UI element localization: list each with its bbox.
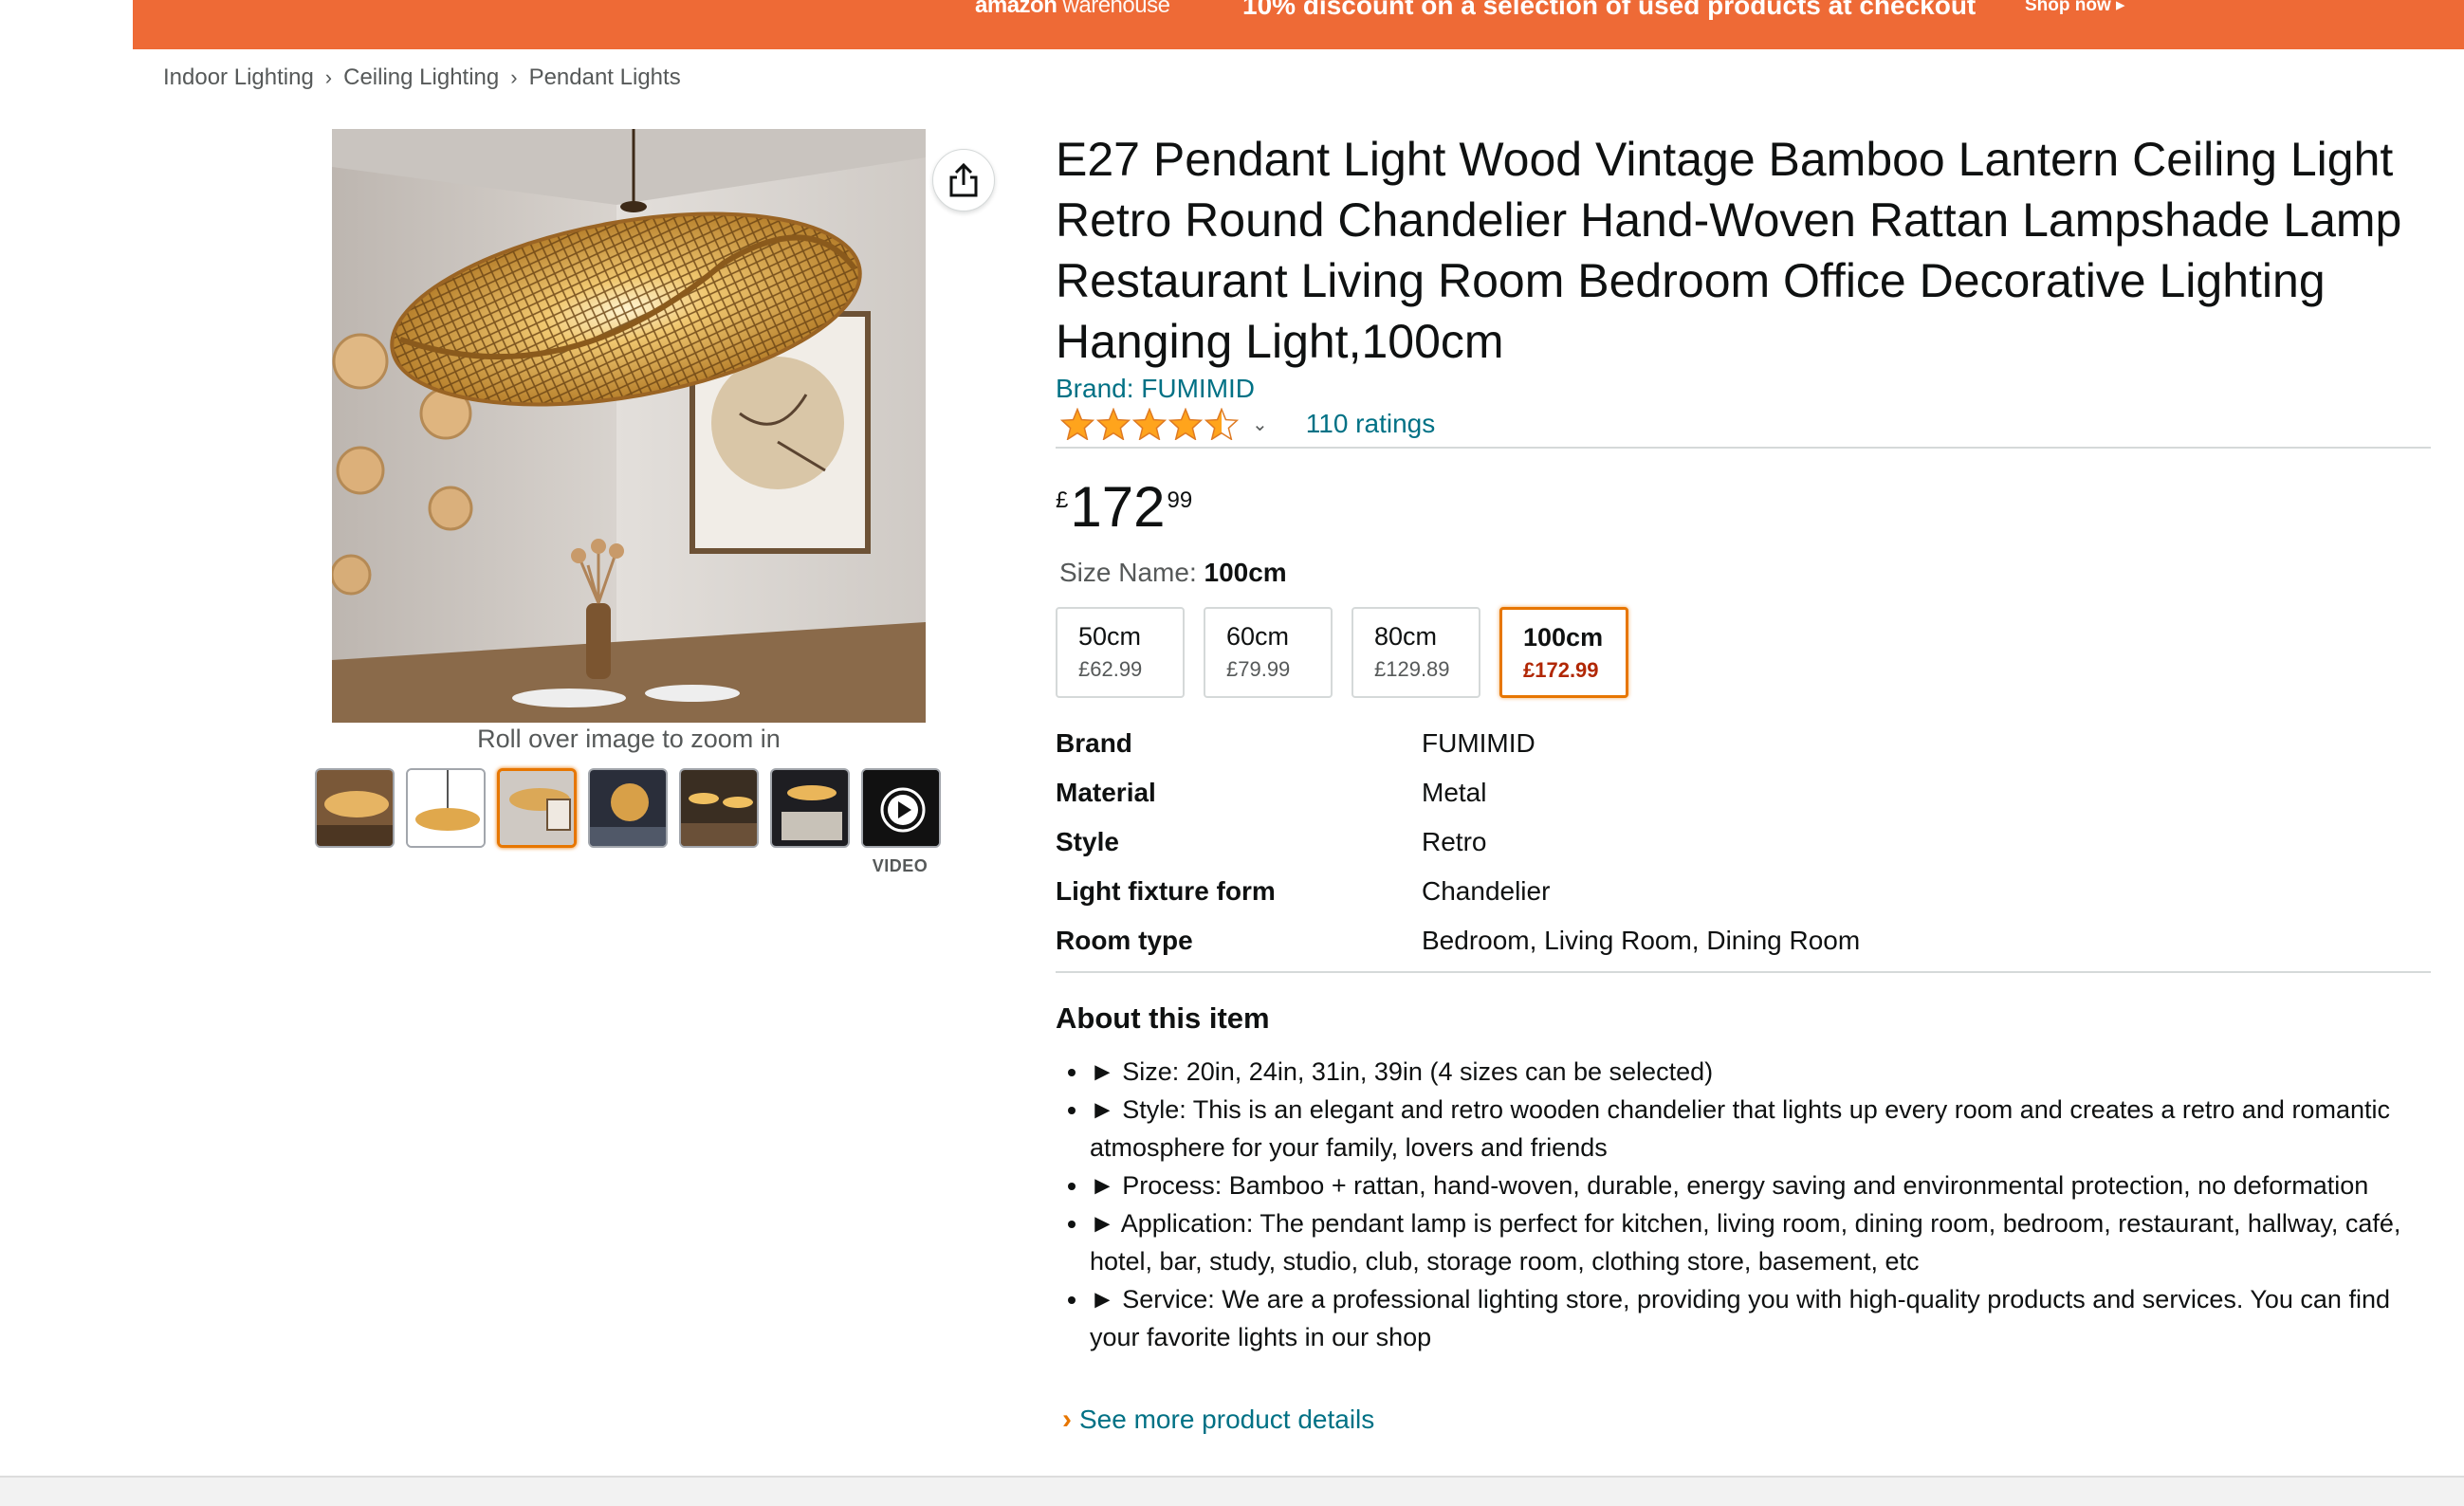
pendant-lamp-photo (332, 129, 926, 723)
spec-key: Room type (1056, 926, 1193, 955)
product-title: E27 Pendant Light Wood Vintage Bamboo La… (1056, 133, 2402, 368)
spec-row: Room type Bedroom, Living Room, Dining R… (1056, 916, 1860, 965)
size-name-selected: 100cm (1204, 558, 1287, 587)
see-more-label: See more product details (1079, 1405, 1375, 1434)
price-fraction: 99 (1167, 487, 1193, 513)
chevron-down-icon[interactable]: ⌄ (1252, 413, 1268, 436)
about-bullet: ► Process: Bamboo + rattan, hand-woven, … (1090, 1166, 2421, 1204)
ratings-count-link[interactable]: 110 ratings (1306, 409, 1435, 439)
spec-row: Light fixture form Chandelier (1056, 867, 1860, 916)
about-bullet: ► Style: This is an elegant and retro wo… (1090, 1091, 2421, 1166)
about-bullet: ► Application: The pendant lamp is perfe… (1090, 1204, 2421, 1280)
size-option-50cm[interactable]: 50cm £62.99 (1056, 607, 1185, 698)
spec-row: Material Metal (1056, 768, 1860, 817)
breadcrumb: Indoor Lighting › Ceiling Lighting › Pen… (163, 64, 681, 91)
thumbnail-image (772, 770, 848, 846)
size-options: 50cm £62.99 60cm £79.99 80cm £129.89 100… (1056, 607, 1628, 698)
breadcrumb-separator: › (510, 65, 518, 89)
spec-value: Metal (1422, 778, 1487, 807)
size-option-60cm[interactable]: 60cm £79.99 (1204, 607, 1333, 698)
spec-value: Bedroom, Living Room, Dining Room (1422, 926, 1861, 955)
star-rating[interactable] (1060, 408, 1239, 440)
star-full-icon (1168, 408, 1203, 440)
thumbnail-4[interactable] (588, 768, 668, 848)
breadcrumb-separator: › (324, 65, 333, 89)
spec-value: FUMIMID (1422, 728, 1535, 758)
price: £ 172 99 (1056, 474, 1192, 541)
chevron-right-icon: › (1062, 1404, 1072, 1435)
spec-key: Material (1056, 778, 1156, 807)
thumbnail-1[interactable] (315, 768, 395, 848)
about-bullets: ► Size: 20in, 24in, 31in, 39in (4 sizes … (1056, 1053, 2421, 1356)
share-button[interactable] (932, 149, 995, 211)
size-option-80cm[interactable]: 80cm £129.89 (1352, 607, 1480, 698)
spec-row: Style Retro (1056, 817, 1860, 867)
spec-value: Chandelier (1422, 876, 1551, 906)
star-full-icon (1096, 408, 1131, 440)
size-name-label: Size Name: 100cm (1059, 558, 1287, 588)
spec-row: Brand FUMIMID (1056, 719, 1860, 768)
see-more-details-link[interactable]: › See more product details (1062, 1404, 1374, 1436)
breadcrumb-ceiling-lighting[interactable]: Ceiling Lighting (343, 64, 499, 91)
thumbnail-image (500, 771, 574, 845)
about-bullet: ► Size: 20in, 24in, 31in, 39in (4 sizes … (1090, 1053, 2421, 1091)
star-half-icon (1204, 408, 1239, 440)
thumbnail-image (681, 770, 757, 846)
size-option-price: £79.99 (1226, 657, 1291, 681)
spec-key: Brand (1056, 728, 1132, 758)
size-option-price: £172.99 (1523, 658, 1599, 682)
thumbnail-image (317, 770, 393, 846)
promo-banner[interactable]: amazon warehouse 10% discount on a selec… (133, 0, 2464, 49)
size-option-label: 100cm (1523, 623, 1604, 652)
play-icon (863, 770, 939, 846)
size-option-price: £129.89 (1374, 657, 1450, 681)
thumbnail-5[interactable] (679, 768, 759, 848)
product-specs-table: Brand FUMIMID Material Metal Style Retro… (1056, 719, 1860, 965)
share-icon (949, 162, 978, 197)
size-name-caption: Size Name: (1059, 558, 1197, 587)
video-label: VIDEO (872, 856, 929, 875)
price-whole: 172 (1070, 475, 1166, 539)
breadcrumb-indoor-lighting[interactable]: Indoor Lighting (163, 64, 314, 91)
thumbnail-6[interactable] (770, 768, 850, 848)
spec-key: Light fixture form (1056, 876, 1276, 906)
zoom-hint: Roll over image to zoom in (477, 725, 781, 753)
divider (1056, 971, 2431, 973)
page-footer-band (0, 1476, 2464, 1506)
shop-now-link[interactable]: Shop now ▸ (2025, 0, 2125, 16)
size-option-label: 50cm (1078, 622, 1142, 651)
size-option-label: 80cm (1374, 622, 1438, 651)
amazon-warehouse-logo: amazon warehouse (975, 0, 1170, 19)
breadcrumb-pendant-lights[interactable]: Pendant Lights (529, 64, 681, 91)
main-product-image[interactable] (332, 129, 926, 723)
thumbnail-image (408, 770, 484, 846)
brand-link[interactable]: Brand: FUMIMID (1056, 374, 1255, 404)
thumbnail-3-selected[interactable] (497, 768, 577, 848)
size-option-100cm-selected[interactable]: 100cm £172.99 (1499, 607, 1628, 698)
about-bullet: ► Service: We are a professional lightin… (1090, 1280, 2421, 1356)
logo-brand: amazon (975, 0, 1057, 18)
banner-message: 10% discount on a selection of used prod… (1242, 0, 1977, 20)
about-title: About this item (1056, 1001, 1270, 1035)
price-symbol: £ (1056, 487, 1069, 513)
spec-value: Retro (1422, 827, 1487, 856)
star-full-icon (1132, 408, 1167, 440)
thumbnail-strip (315, 768, 941, 848)
divider (1056, 447, 2431, 449)
size-option-label: 60cm (1226, 622, 1290, 651)
star-full-icon (1060, 408, 1094, 440)
thumbnail-2[interactable] (406, 768, 486, 848)
thumbnail-image (590, 770, 666, 846)
rating-row: ⌄ 110 ratings (1060, 408, 1435, 440)
size-option-price: £62.99 (1078, 657, 1143, 681)
thumbnail-video[interactable] (861, 768, 941, 848)
spec-key: Style (1056, 827, 1119, 856)
logo-sub: warehouse (1062, 0, 1170, 18)
